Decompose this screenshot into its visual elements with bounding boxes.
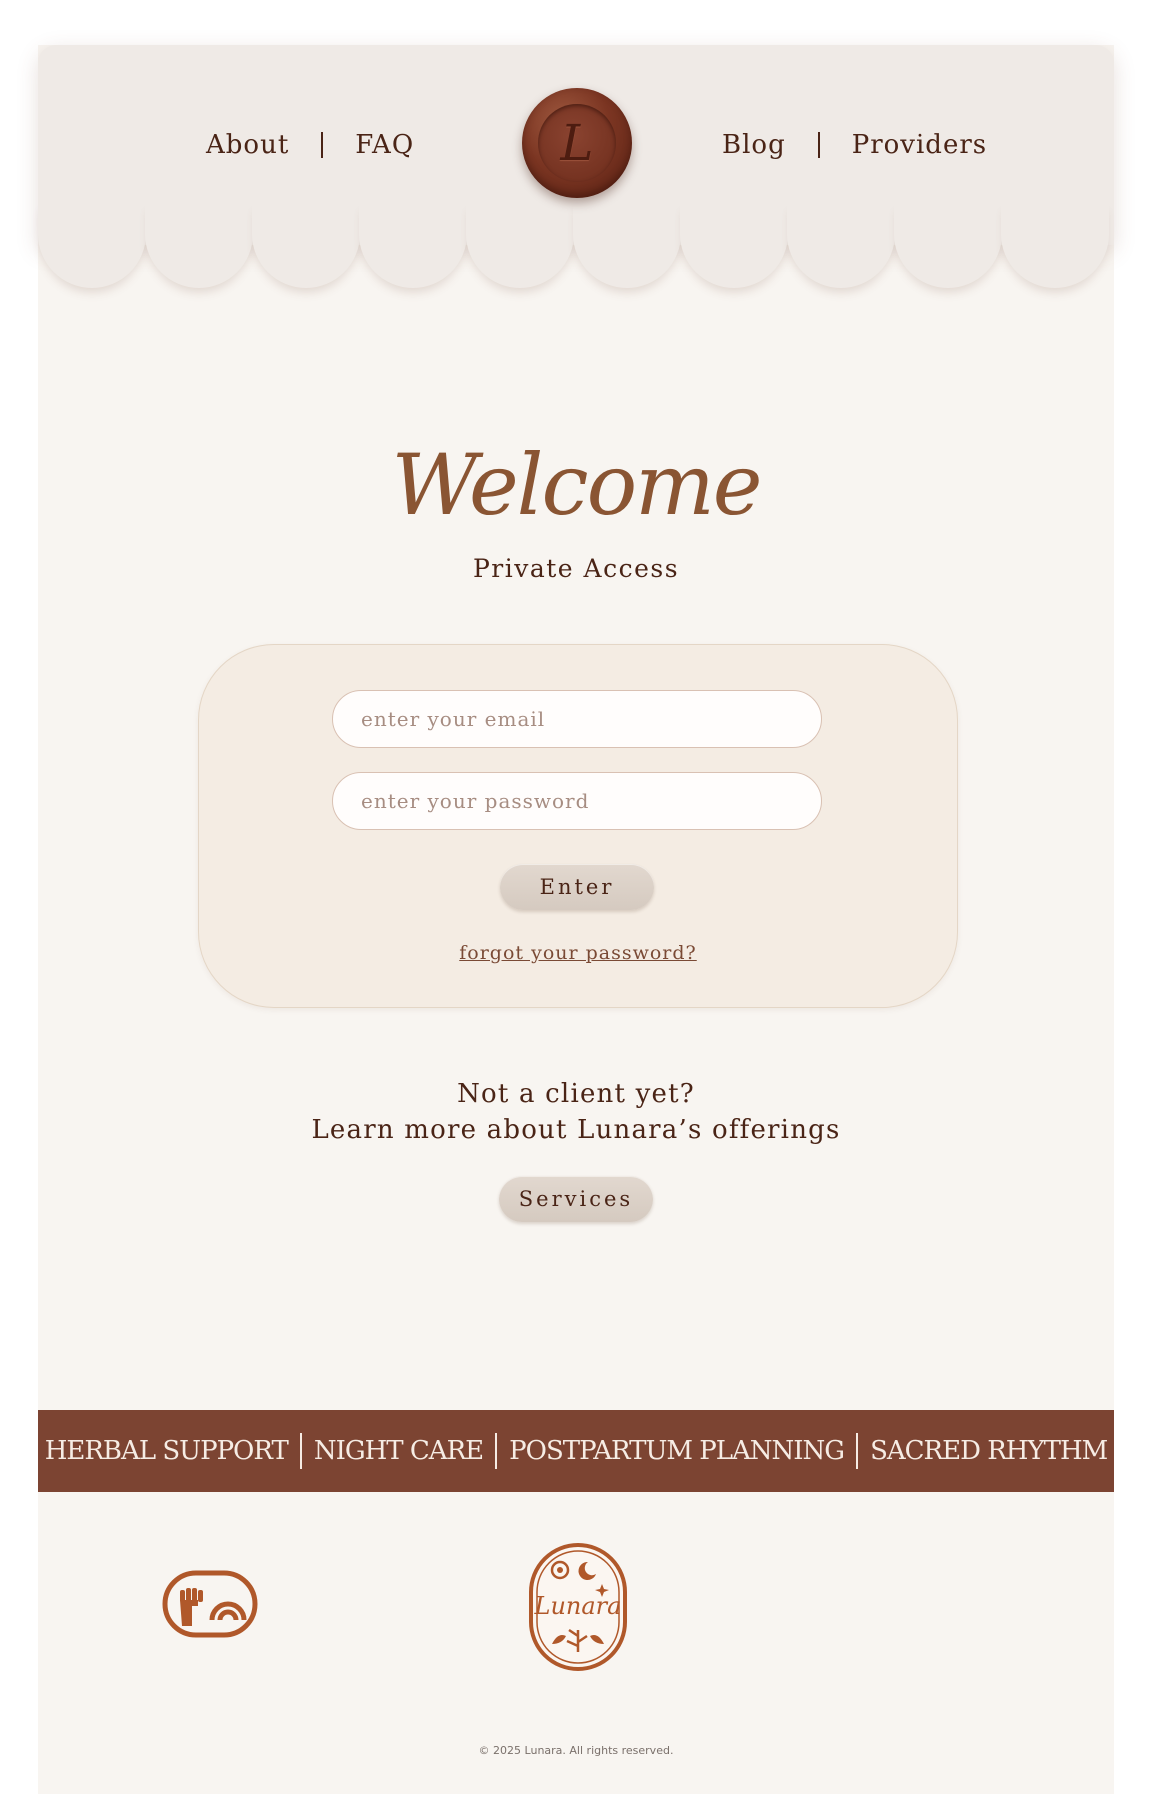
nav-providers-link[interactable]: Providers	[852, 130, 987, 160]
email-field[interactable]	[332, 690, 822, 748]
offering-item: SACRED RHYTHM	[870, 1436, 1108, 1466]
cta-line-1: Not a client yet?	[457, 1079, 695, 1109]
nav-divider	[321, 132, 324, 158]
services-button[interactable]: Services	[499, 1176, 653, 1222]
lunara-badge-icon: Lunara	[529, 1543, 627, 1671]
enter-button[interactable]: Enter	[500, 864, 654, 910]
offering-divider	[495, 1433, 498, 1469]
page-subtitle: Private Access	[472, 554, 680, 583]
nav-left: About FAQ	[206, 130, 414, 160]
seal-letter: L	[538, 104, 616, 182]
fist-rainbow-icon	[162, 1570, 258, 1638]
cta-text: Not a client yet? Learn more about Lunar…	[0, 1076, 1152, 1148]
nav-faq-link[interactable]: FAQ	[355, 130, 414, 160]
offering-divider	[299, 1433, 302, 1469]
login-card: Enter forgot your password?	[198, 644, 958, 1008]
cta-line-2: Learn more about Lunara’s offerings	[311, 1115, 841, 1145]
offering-divider	[856, 1433, 859, 1469]
offering-item: HERBAL SUPPORT	[44, 1436, 289, 1466]
header-scallops	[38, 200, 1114, 292]
copyright-text: © 2025 Lunara. All rights reserved.	[478, 1744, 674, 1757]
offering-item: NIGHT CARE	[313, 1436, 484, 1466]
wax-seal-icon[interactable]: L	[522, 88, 632, 198]
page-title: Welcome	[391, 436, 762, 534]
svg-text:Lunara: Lunara	[534, 1592, 622, 1620]
nav-blog-link[interactable]: Blog	[722, 130, 786, 160]
password-field[interactable]	[332, 772, 822, 830]
nav-divider	[817, 132, 820, 158]
offering-item: POSTPARTUM PLANNING	[509, 1436, 845, 1466]
nav-right: Blog Providers	[722, 130, 987, 160]
forgot-password-link[interactable]: forgot your password?	[198, 942, 958, 964]
nav-about-link[interactable]: About	[206, 130, 289, 160]
offerings-strip: HERBAL SUPPORT NIGHT CARE POSTPARTUM PLA…	[38, 1410, 1114, 1492]
